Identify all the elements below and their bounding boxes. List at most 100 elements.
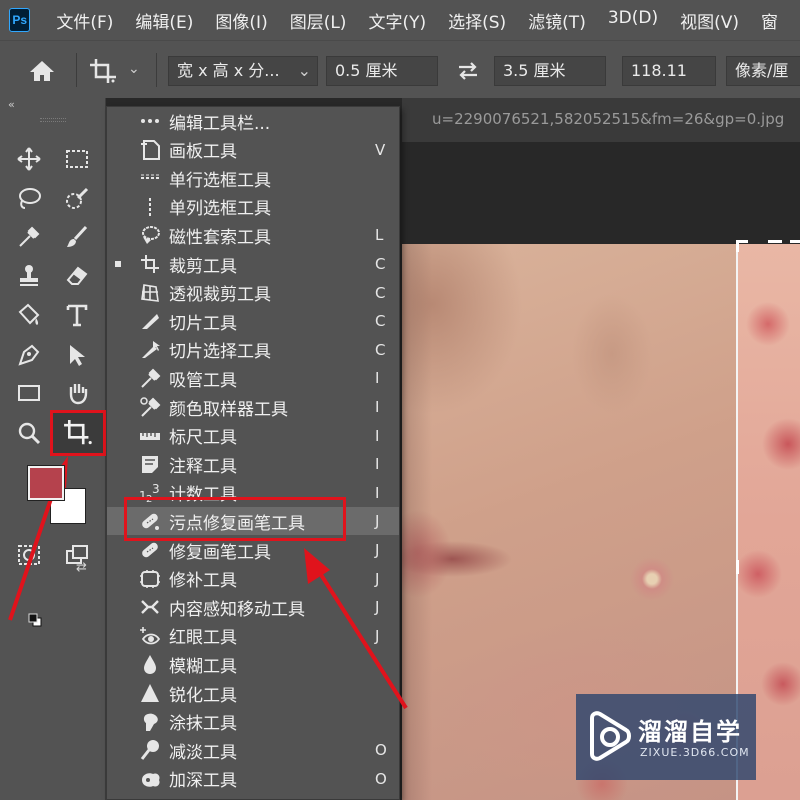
burn-icon [137,767,163,791]
swap-dimensions-icon[interactable] [455,59,481,83]
flyout-item[interactable]: 涂抹工具 [107,708,399,736]
perspective-crop-icon [137,281,163,305]
menu-item[interactable]: 3D(D) [608,8,658,33]
pen-tool-icon[interactable] [12,338,46,372]
slice-select-icon [137,338,163,362]
move-tool-icon[interactable] [12,142,46,176]
resolution-input[interactable]: 118.11 [622,56,716,86]
flyout-item[interactable]: 裁剪工具 C [107,250,399,278]
crop-handle[interactable] [736,240,739,252]
flyout-item[interactable]: 模糊工具 [107,650,399,678]
flyout-item[interactable]: 加深工具 O [107,765,399,793]
menu-item[interactable]: 图像(I) [215,8,267,33]
menu-item[interactable]: 编辑(E) [135,8,193,33]
flyout-item-shortcut: C [375,255,386,273]
flyout-item[interactable]: 修补工具 J [107,565,399,593]
flyout-item[interactable]: 切片选择工具 C [107,336,399,364]
flyout-item-label: 注释工具 [169,456,237,477]
flyout-item[interactable]: 注释工具 I [107,450,399,478]
eyedropper-tool-icon[interactable] [12,220,46,254]
crop-icon [64,419,92,445]
flyout-item[interactable]: 吸管工具 I [107,364,399,392]
foreground-color-swatch[interactable] [27,465,65,501]
type-tool-icon[interactable] [60,298,94,332]
menu-item[interactable]: 视图(V) [680,8,739,33]
smudge-icon [137,710,163,734]
single-row-marquee-icon [137,166,163,190]
crop-handle[interactable] [736,560,739,574]
content-aware-move-icon [137,595,163,619]
flyout-item-label: 裁剪工具 [169,256,237,277]
chevron-down-icon: ⌄ [297,61,311,80]
menu-item[interactable]: 文件(F) [56,8,113,33]
flyout-item-shortcut: I [375,483,380,502]
flyout-item[interactable]: 标尺工具 I [107,422,399,450]
lasso-tool-icon[interactable] [12,182,46,216]
flyout-item[interactable]: 画板工具 V [107,136,399,164]
watermark-logo-icon [590,711,631,761]
menu-item[interactable]: 窗 [761,8,778,33]
crop-handle[interactable] [790,240,800,243]
flyout-item[interactable]: 编辑工具栏... [107,107,399,135]
eyedropper-icon [137,366,163,390]
flyout-item[interactable]: 减淡工具 O [107,736,399,764]
photoshop-logo: Ps [9,8,31,32]
stamp-tool-icon[interactable] [12,258,46,292]
artboard-icon [137,138,163,162]
tools-flyout-menu: 编辑工具栏... 画板工具 V 单行选框工具 单列选框工具 磁性套索工具 L 裁剪工具 C 透视裁… [106,106,400,800]
menu-items: 文件(F) 编辑(E) 图像(I) 图层(L) 文字(Y) 选择(S) 滤镜(T) 3D(D)… [56,8,800,33]
menu-item[interactable]: 文字(Y) [368,8,426,33]
menu-item[interactable]: 选择(S) [448,8,506,33]
flyout-item[interactable]: 单列选框工具 [107,193,399,221]
chevron-down-icon[interactable]: ⌄ [128,61,140,77]
flyout-item-shortcut: I [375,426,380,445]
flyout-item[interactable]: 海绵工具O [107,793,399,799]
flyout-item[interactable]: 切片工具 C [107,307,399,335]
eraser-tool-icon[interactable] [60,258,94,292]
blur-icon [137,652,163,676]
magnetic-lasso-icon [137,223,163,247]
flyout-item-shortcut: J [375,569,380,588]
flyout-item[interactable]: 磁性套索工具 L [107,221,399,249]
home-icon[interactable] [28,59,56,83]
zoom-tool-icon[interactable] [12,416,46,450]
screen-mode-icon[interactable] [60,538,94,572]
quick-selection-tool-icon[interactable] [60,182,94,216]
dodge-icon [137,738,163,762]
flyout-item[interactable]: 内容感知移动工具 J [107,593,399,621]
ruler-icon [137,424,163,448]
path-selection-tool-icon[interactable] [60,338,94,372]
rectangle-tool-icon[interactable] [12,376,46,410]
menu-item[interactable]: 图层(L) [290,8,347,33]
height-input[interactable]: 3.5 厘米 [494,56,606,86]
panel-grip[interactable] [40,118,66,122]
flyout-item[interactable]: 锐化工具 [107,679,399,707]
flyout-item[interactable]: 透视裁剪工具 C [107,279,399,307]
flyout-item-label: 吸管工具 [169,370,237,391]
flyout-item[interactable]: 颜色取样器工具 I [107,393,399,421]
document-tab[interactable]: u=2290076521,582052515&fm=26&gp=0.jpg [432,110,784,128]
crop-tool-button[interactable] [50,410,106,456]
quick-mask-icon[interactable] [12,538,46,572]
flyout-item-shortcut: J [375,598,380,617]
hand-tool-icon[interactable] [60,376,94,410]
crop-handle[interactable] [768,240,782,243]
default-colors-icon[interactable] [28,612,42,627]
menu-item[interactable]: 滤镜(T) [528,8,586,33]
sponge-icon [137,795,163,799]
photo-shadow [402,244,432,800]
flyout-item-shortcut: I [375,369,380,388]
flyout-item[interactable]: 单行选框工具 [107,164,399,192]
flyout-item-label: 模糊工具 [169,656,237,677]
resolution-unit-select[interactable]: 像素/厘 [726,56,800,86]
marquee-tool-icon[interactable] [60,142,94,176]
crop-preset-icon[interactable] [88,57,118,85]
width-input[interactable]: 0.5 厘米 [326,56,438,86]
brush-tool-icon[interactable] [60,220,94,254]
paint-bucket-tool-icon[interactable] [12,298,46,332]
collapse-icon[interactable]: ‹‹ [8,98,15,111]
ratio-select[interactable]: 宽 x 高 x 分... ⌄ [168,56,318,86]
flyout-item-label: 修复画笔工具 [169,542,271,563]
menu-bar: Ps 文件(F) 编辑(E) 图像(I) 图层(L) 文字(Y) 选择(S) 滤镜(T) 3D… [0,0,800,40]
flyout-item[interactable]: 红眼工具 J [107,622,399,650]
